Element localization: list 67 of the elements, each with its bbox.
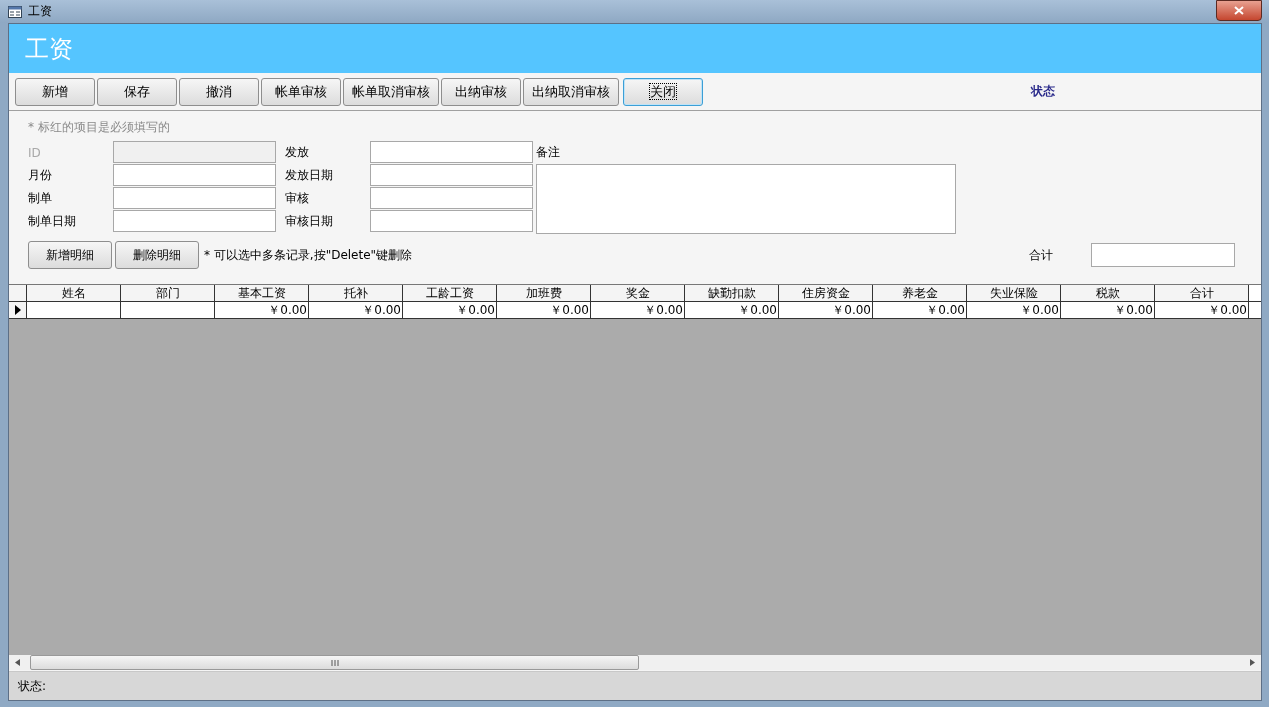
delete-note: * 可以选中多条记录,按"Delete"键删除 [204, 246, 413, 264]
field-label: 月份 [28, 167, 53, 184]
detail-button[interactable]: 新增明细 [28, 241, 112, 269]
required-hint: * 标红的项目是必须填写的 [28, 119, 171, 136]
window-title: 工资 [28, 3, 53, 20]
column-header[interactable]: 姓名 [27, 285, 121, 301]
right-arrow-icon[interactable] [1250, 659, 1255, 666]
column-header[interactable]: 托补 [309, 285, 403, 301]
field-label: 发放 [285, 144, 310, 161]
field-label: 制单 [28, 190, 53, 207]
column-header[interactable]: 缺勤扣款 [685, 285, 779, 301]
close-icon [1234, 6, 1244, 15]
table-cell: ￥0.00 [1155, 302, 1249, 318]
table-cell: ￥0.00 [685, 302, 779, 318]
toolbar-button[interactable]: 新增 [15, 77, 95, 106]
total-label: 合计 [1029, 246, 1053, 264]
column-header[interactable]: 奖金 [591, 285, 685, 301]
total-field[interactable] [1091, 243, 1235, 267]
input-field[interactable] [370, 141, 533, 163]
table-cell: ￥0.00 [873, 302, 967, 318]
table-cell: ￥0.00 [779, 302, 873, 318]
field-label: 备注 [536, 144, 561, 161]
input-field[interactable] [370, 187, 533, 209]
toolbar-button[interactable]: 关闭 [623, 77, 703, 106]
column-header[interactable]: 合计 [1155, 285, 1249, 301]
field-label: 制单日期 [28, 213, 77, 230]
remark-field[interactable] [536, 164, 956, 234]
status-label: 状态 [1031, 83, 1055, 100]
field-label: 审核 [285, 190, 310, 207]
status-text: 状态: [18, 677, 47, 695]
column-header[interactable]: 住房资金 [779, 285, 873, 301]
detail-button[interactable]: 删除明细 [115, 241, 199, 269]
row-selector[interactable] [9, 302, 27, 318]
column-header[interactable]: 部门 [121, 285, 215, 301]
toolbar-button[interactable]: 保存 [97, 77, 177, 106]
close-button[interactable] [1216, 0, 1262, 21]
toolbar-button[interactable]: 撤消 [179, 77, 259, 106]
field-label: 发放日期 [285, 167, 334, 184]
table-cell: ￥0.00 [309, 302, 403, 318]
table-cell: ￥0.00 [497, 302, 591, 318]
toolbar-button[interactable]: 帐单取消审核 [343, 77, 439, 106]
table-cell: ￥0.00 [403, 302, 497, 318]
column-header[interactable]: 税款 [1061, 285, 1155, 301]
form-icon [8, 5, 22, 18]
toolbar-button[interactable]: 帐单审核 [261, 77, 341, 106]
left-arrow-icon[interactable] [15, 659, 20, 666]
form-title: 工资 [25, 33, 73, 65]
table-cell: ￥0.00 [591, 302, 685, 318]
field-label: ID [28, 145, 42, 160]
input-field[interactable] [113, 187, 276, 209]
column-header[interactable]: 失业保险 [967, 285, 1061, 301]
horizontal-scrollbar[interactable] [9, 655, 1261, 670]
table-cell: ￥0.00 [1061, 302, 1155, 318]
column-header[interactable]: 加班费 [497, 285, 591, 301]
input-field[interactable] [370, 164, 533, 186]
column-header[interactable]: 养老金 [873, 285, 967, 301]
column-header[interactable]: 工龄工资 [403, 285, 497, 301]
toolbar-button[interactable]: 出纳审核 [441, 77, 521, 106]
column-header[interactable]: 基本工资 [215, 285, 309, 301]
table-cell: ￥0.00 [967, 302, 1061, 318]
field-label: 审核日期 [285, 213, 334, 230]
input-field[interactable] [370, 210, 533, 232]
toolbar-button[interactable]: 出纳取消审核 [523, 77, 619, 106]
scroll-thumb[interactable] [30, 655, 639, 670]
table-cell: ￥0.00 [215, 302, 309, 318]
input-field[interactable] [113, 210, 276, 232]
input-field[interactable] [113, 164, 276, 186]
